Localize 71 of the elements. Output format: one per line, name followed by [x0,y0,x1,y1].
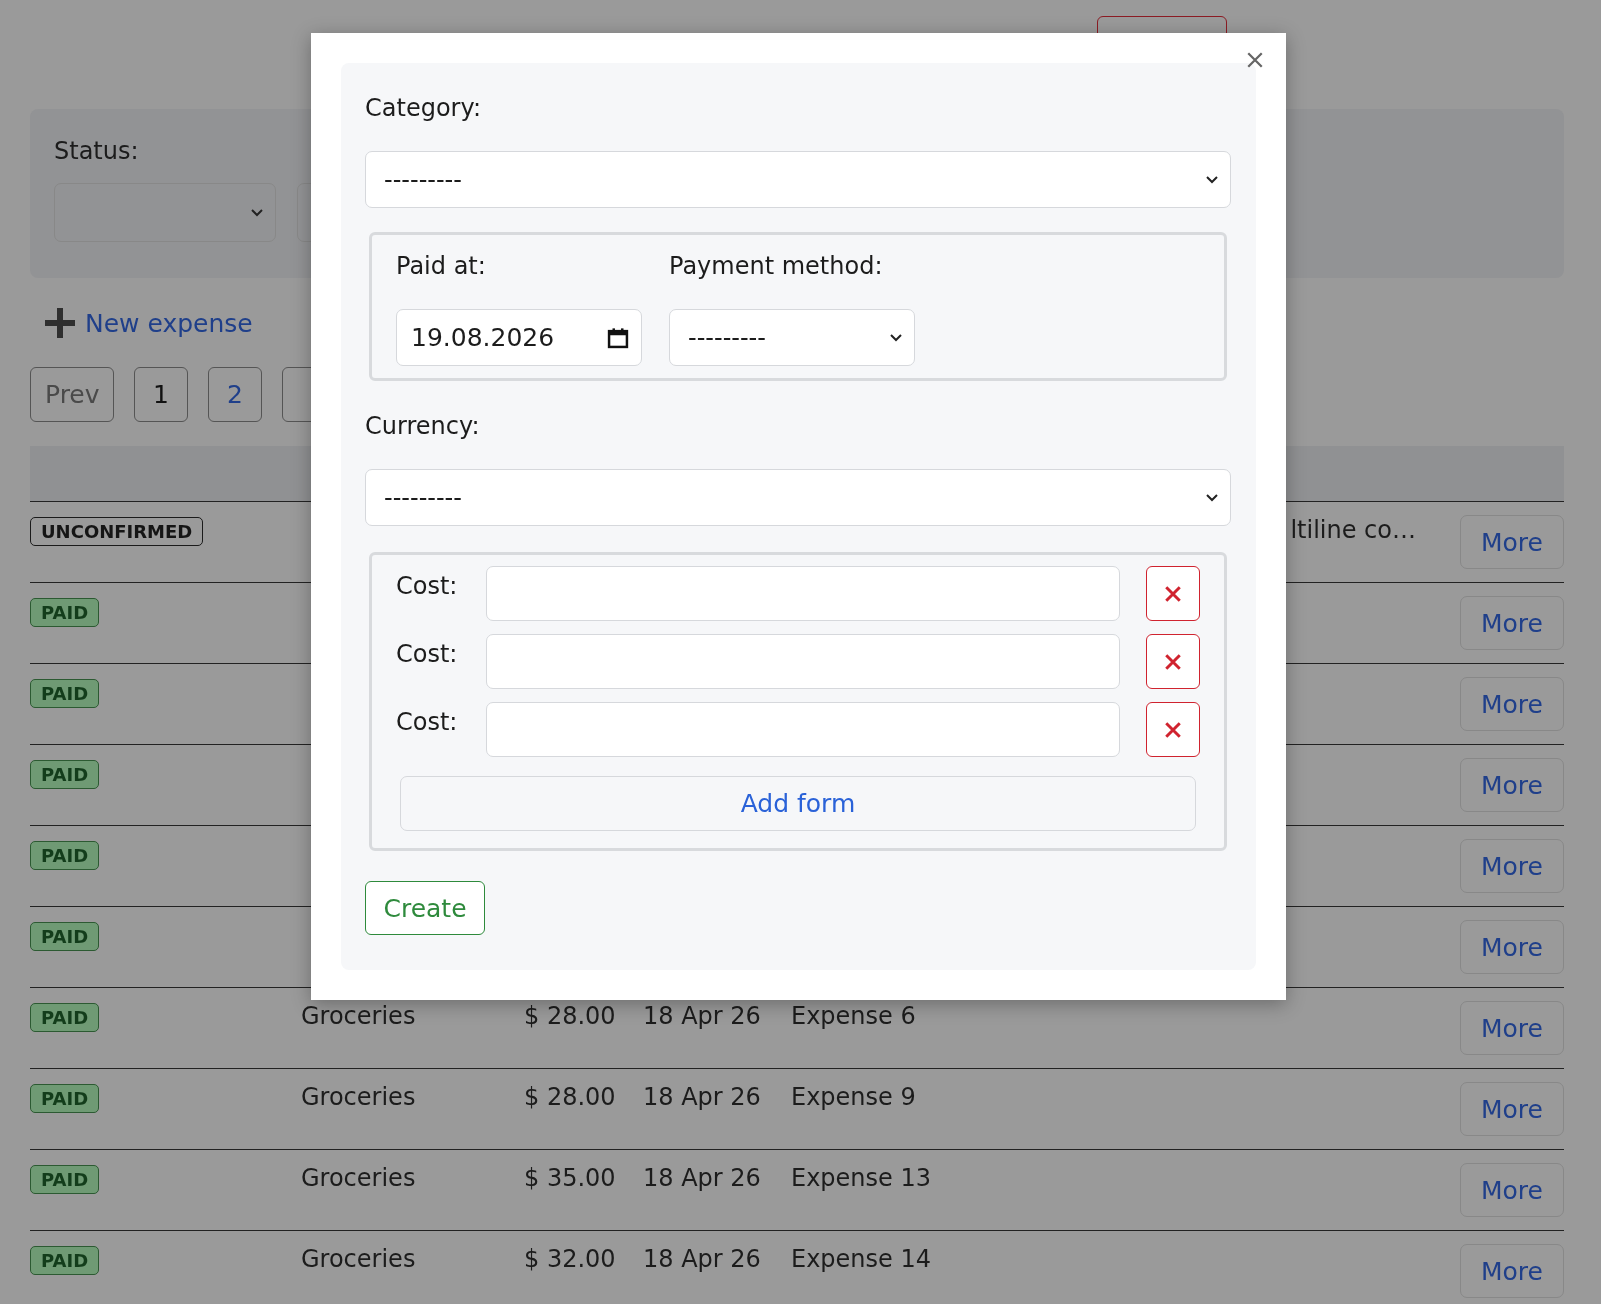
table-cell-text: Expense 13 [791,1164,931,1194]
status-badge: PAID [30,760,100,789]
table-cell-text: ltiline co… [1290,516,1416,546]
page-button[interactable]: 2 [208,367,262,422]
table-cell: $ 28.00 [524,1002,616,1030]
chevron-icon [890,333,902,342]
field-label: Cost: [396,639,459,668]
remove-button[interactable] [1146,566,1200,621]
more-button[interactable]: More [1460,1001,1564,1055]
more-button[interactable]: More [1460,515,1564,569]
field-label: Paid at: [396,251,487,281]
cost-field[interactable] [485,702,1121,757]
create-button[interactable]: Create [365,881,485,935]
payment-method-select[interactable]: --------- [669,309,915,366]
page-button[interactable]: 1 [134,367,188,422]
table-cell: Groceries [301,1002,416,1030]
more-button[interactable]: More [1460,758,1564,812]
table-cell: 18 Apr 26 [643,1002,761,1030]
table-cell: $ 35.00 [524,1164,616,1192]
field-label: Payment method: [669,251,884,281]
table-cell-text: Expense 14 [791,1245,931,1275]
remove-button[interactable] [1146,702,1200,757]
calendar-icon[interactable] [607,326,629,349]
table-cell: 18 Apr 26 [643,1164,761,1192]
page-button[interactable]: Prev [30,367,114,422]
add-form-button[interactable]: Add form [400,776,1196,831]
more-button[interactable]: More [1460,839,1564,893]
plus-icon [45,308,75,338]
remove-button[interactable] [1146,634,1200,689]
close-icon[interactable] [1246,51,1264,69]
status-badge: PAID [30,1165,100,1194]
table-cell: $ 28.00 [524,1083,616,1111]
currency-select[interactable]: --------- [365,469,1231,526]
chevron-icon [1206,493,1218,502]
more-button[interactable]: More [1460,1163,1564,1217]
cost-field[interactable] [485,634,1121,689]
status-badge: PAID [30,841,100,870]
field-label: Cost: [396,707,459,736]
close-icon [1164,720,1183,739]
table-cell-text: Expense 6 [791,1002,916,1032]
status-badge: PAID [30,922,100,951]
more-button[interactable]: More [1460,1244,1564,1298]
more-button[interactable]: More [1460,920,1564,974]
more-button[interactable]: More [1460,677,1564,731]
chevron-icon [1206,175,1218,184]
date-field[interactable]: 19.08.2026 [396,309,642,366]
table-cell: 18 Apr 26 [643,1245,761,1273]
more-button[interactable]: More [1460,1082,1564,1136]
status-badge: PAID [30,679,100,708]
table-cell: Groceries [301,1245,416,1273]
table-cell: $ 32.00 [524,1245,616,1273]
close-icon [1164,652,1183,671]
field-label: Category: [365,93,481,123]
status-badge: PAID [30,1003,100,1032]
close-icon [1164,584,1183,603]
status-badge: UNCONFIRMED [30,517,204,546]
field-label: Cost: [396,571,459,600]
chevron-icon [251,208,263,217]
cost-field[interactable] [485,566,1121,621]
table-cell: 18 Apr 26 [643,1083,761,1111]
table-cell: Groceries [301,1083,416,1111]
new-expense-link[interactable]: New expense [85,308,253,338]
table-cell-text: Expense 9 [791,1083,916,1113]
table-cell: Groceries [301,1164,416,1192]
status-badge: PAID [30,598,100,627]
category-select[interactable]: --------- [365,151,1231,208]
field-label: Currency: [365,411,480,441]
more-button[interactable]: More [1460,596,1564,650]
status-badge: PAID [30,1084,100,1113]
status-badge: PAID [30,1246,100,1275]
filter-label: Status: [54,137,140,165]
